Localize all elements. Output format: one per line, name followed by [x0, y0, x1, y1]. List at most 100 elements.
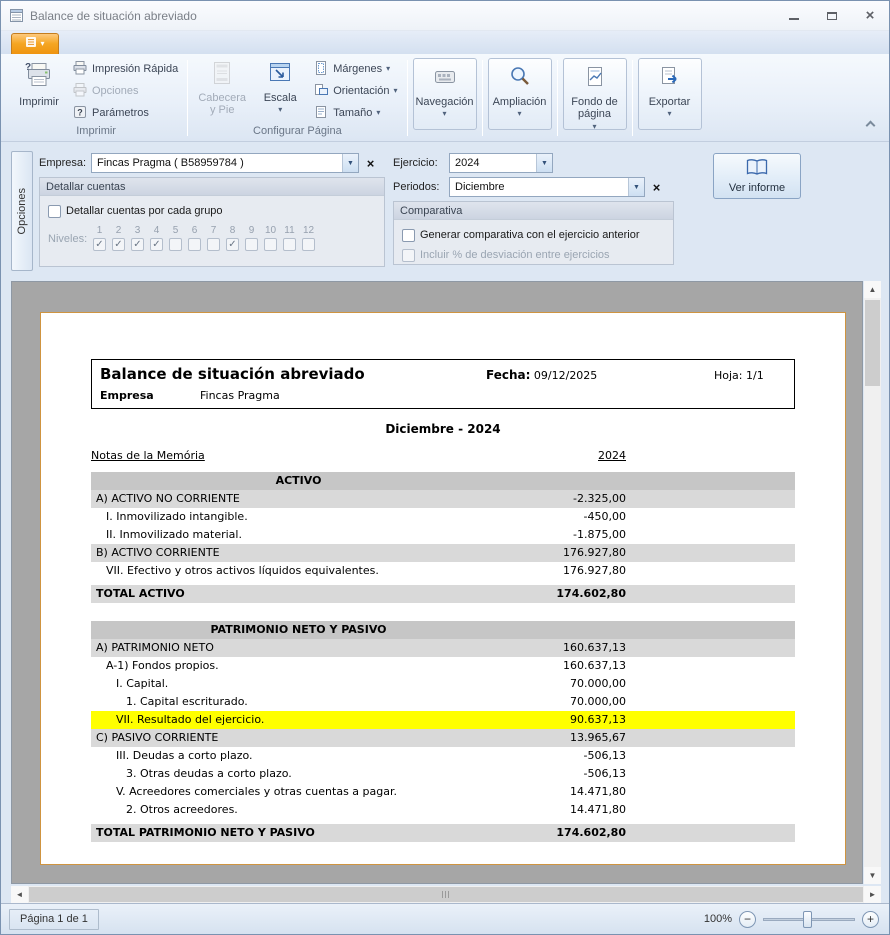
cabecera-pie-button[interactable]: Cabecera y Pie	[193, 57, 251, 119]
nivel-checkbox[interactable]	[283, 238, 296, 251]
ejercicio-combobox[interactable]: 2024 ▼	[449, 153, 553, 173]
zoom-slider[interactable]	[763, 911, 855, 928]
combo-arrow-glyph: ▼	[541, 160, 548, 167]
maximize-icon	[827, 12, 837, 20]
tamano-button[interactable]: Tamaño ▾	[309, 102, 401, 124]
nivel-checkbox[interactable]	[207, 238, 220, 251]
vertical-scrollbar-thumb[interactable]	[865, 300, 880, 386]
row-value: 176.927,80	[506, 544, 626, 562]
orientacion-button[interactable]: Orientación ▾	[309, 80, 401, 102]
report-row: 2. Otros acreedores.14.471,80	[91, 801, 795, 819]
export-icon	[657, 64, 683, 94]
nivel-checkbox[interactable]	[264, 238, 277, 251]
periodos-combobox[interactable]: Diciembre ▼	[449, 177, 645, 197]
report-row: II. Inmovilizado material.-1.875,00	[91, 526, 795, 544]
niveles-label: Niveles:	[48, 233, 90, 245]
parametros-button[interactable]: ? Parámetros	[68, 102, 182, 124]
nivel-checkbox[interactable]: ✓	[93, 238, 106, 251]
question-icon: ?	[72, 104, 88, 123]
horizontal-scrollbar-thumb[interactable]	[29, 887, 863, 902]
horizontal-scrollbar[interactable]: ◄ ►	[11, 886, 881, 903]
incluir-desviacion-label: Incluir % de desviación entre ejercicios	[420, 249, 610, 261]
app-menu-button[interactable]: ▾	[11, 33, 59, 54]
close-icon: ×	[866, 8, 875, 23]
nivel-checkbox[interactable]	[245, 238, 258, 251]
zoom-in-button[interactable]: +	[862, 911, 879, 928]
nivel-checkbox[interactable]: ✓	[112, 238, 125, 251]
row-label: I. Inmovilizado intangible.	[91, 508, 506, 526]
nivel-checkbox[interactable]: ✓	[150, 238, 163, 251]
chevron-down-icon: ▾	[376, 109, 380, 117]
collapse-ribbon-button[interactable]	[859, 117, 881, 135]
svg-text:?: ?	[77, 107, 83, 117]
vertical-scrollbar[interactable]: ▲ ▼	[864, 281, 881, 884]
close-button[interactable]: ×	[857, 6, 883, 26]
scroll-up-button[interactable]: ▲	[864, 281, 881, 298]
row-value: 14.471,80	[506, 783, 626, 801]
scroll-right-button[interactable]: ►	[864, 886, 881, 903]
ampliacion-button[interactable]: Ampliación ▾	[488, 58, 552, 130]
nivel-checkbox[interactable]: ✓	[131, 238, 144, 251]
opciones-button[interactable]: Opciones	[68, 80, 182, 102]
escala-button[interactable]: Escala ▾	[251, 57, 309, 119]
report-row: A-1) Fondos propios.160.637,13	[91, 657, 795, 675]
fondo-pagina-button[interactable]: Fondo de página ▾	[563, 58, 627, 130]
detallar-checkbox[interactable]	[48, 205, 61, 218]
generar-comparativa-row[interactable]: Generar comparativa con el ejercicio ant…	[402, 225, 665, 245]
scroll-down-button[interactable]: ▼	[864, 867, 881, 884]
svg-text:?: ?	[25, 62, 31, 73]
nivel-number: 3	[135, 226, 141, 236]
exportar-button[interactable]: Exportar ▾	[638, 58, 702, 130]
nivel-checkbox[interactable]	[169, 238, 182, 251]
section-header-row: PATRIMONIO NETO Y PASIVO	[91, 621, 795, 639]
margins-icon	[313, 60, 329, 79]
navegacion-label: Navegación	[415, 96, 473, 109]
clear-periodos-button[interactable]: ×	[649, 179, 664, 195]
options-tab[interactable]: Opciones	[11, 151, 33, 271]
minimize-button[interactable]	[781, 6, 807, 26]
hoja-value: 1/1	[746, 369, 764, 382]
report-row: I. Capital.70.000,00	[91, 675, 795, 693]
section-header-row: ACTIVO	[91, 472, 795, 490]
nivel-checkbox[interactable]	[302, 238, 315, 251]
row-label: B) ACTIVO CORRIENTE	[91, 544, 506, 562]
ribbon-tab-row: ▾	[1, 31, 889, 54]
generar-comparativa-checkbox[interactable]	[402, 229, 415, 242]
opciones-label: Opciones	[92, 85, 138, 97]
imprimir-label: Imprimir	[19, 96, 59, 109]
zoom-slider-thumb[interactable]	[803, 911, 812, 928]
row-label: 2. Otros acreedores.	[91, 801, 506, 819]
row-label: VII. Efectivo y otros activos líquidos e…	[91, 562, 506, 580]
chevron-down-icon[interactable]: ▼	[342, 154, 358, 172]
row-value: 90.637,13	[506, 711, 626, 729]
nivel-number: 8	[230, 226, 236, 236]
navegacion-button[interactable]: Navegación ▾	[413, 58, 477, 130]
report-empresa-value: Fincas Pragma	[200, 389, 280, 402]
app-icon	[9, 8, 24, 23]
margenes-label: Márgenes	[333, 63, 382, 75]
empresa-combobox[interactable]: Fincas Pragma ( B58959784 ) ▼	[91, 153, 359, 173]
scroll-left-button[interactable]: ◄	[11, 886, 28, 903]
incluir-desviacion-row[interactable]: Incluir % de desviación entre ejercicios	[402, 245, 665, 265]
margenes-button[interactable]: Márgenes ▾	[309, 58, 401, 80]
chevron-down-icon[interactable]: ▼	[536, 154, 552, 172]
ver-informe-button[interactable]: Ver informe	[713, 153, 801, 199]
nivel-checkbox[interactable]: ✓	[226, 238, 239, 251]
report-preview[interactable]: Balance de situación abreviado Fecha: 09…	[11, 281, 863, 884]
incluir-desviacion-checkbox[interactable]	[402, 249, 415, 262]
impresion-rapida-button[interactable]: Impresión Rápida	[68, 58, 182, 80]
clear-empresa-button[interactable]: ×	[363, 155, 378, 171]
nivel-checkbox[interactable]	[188, 238, 201, 251]
chevron-down-icon[interactable]: ▼	[628, 178, 644, 196]
detallar-checkbox-row[interactable]: Detallar cuentas por cada grupo	[48, 201, 376, 221]
ribbon-separator	[557, 60, 558, 136]
zoom-out-button[interactable]: −	[739, 911, 756, 928]
orientation-icon	[313, 82, 329, 101]
combo-arrow-glyph: ▼	[347, 160, 354, 167]
options-panel: Opciones Empresa: Fincas Pragma ( B58959…	[1, 142, 889, 279]
maximize-button[interactable]	[819, 6, 845, 26]
imprimir-button[interactable]: ? Imprimir	[10, 57, 68, 119]
page-size-icon	[313, 104, 329, 123]
comparativa-groupbox: Comparativa Generar comparativa con el e…	[393, 201, 674, 265]
app-window: Balance de situación abreviado × ▾	[0, 0, 890, 935]
